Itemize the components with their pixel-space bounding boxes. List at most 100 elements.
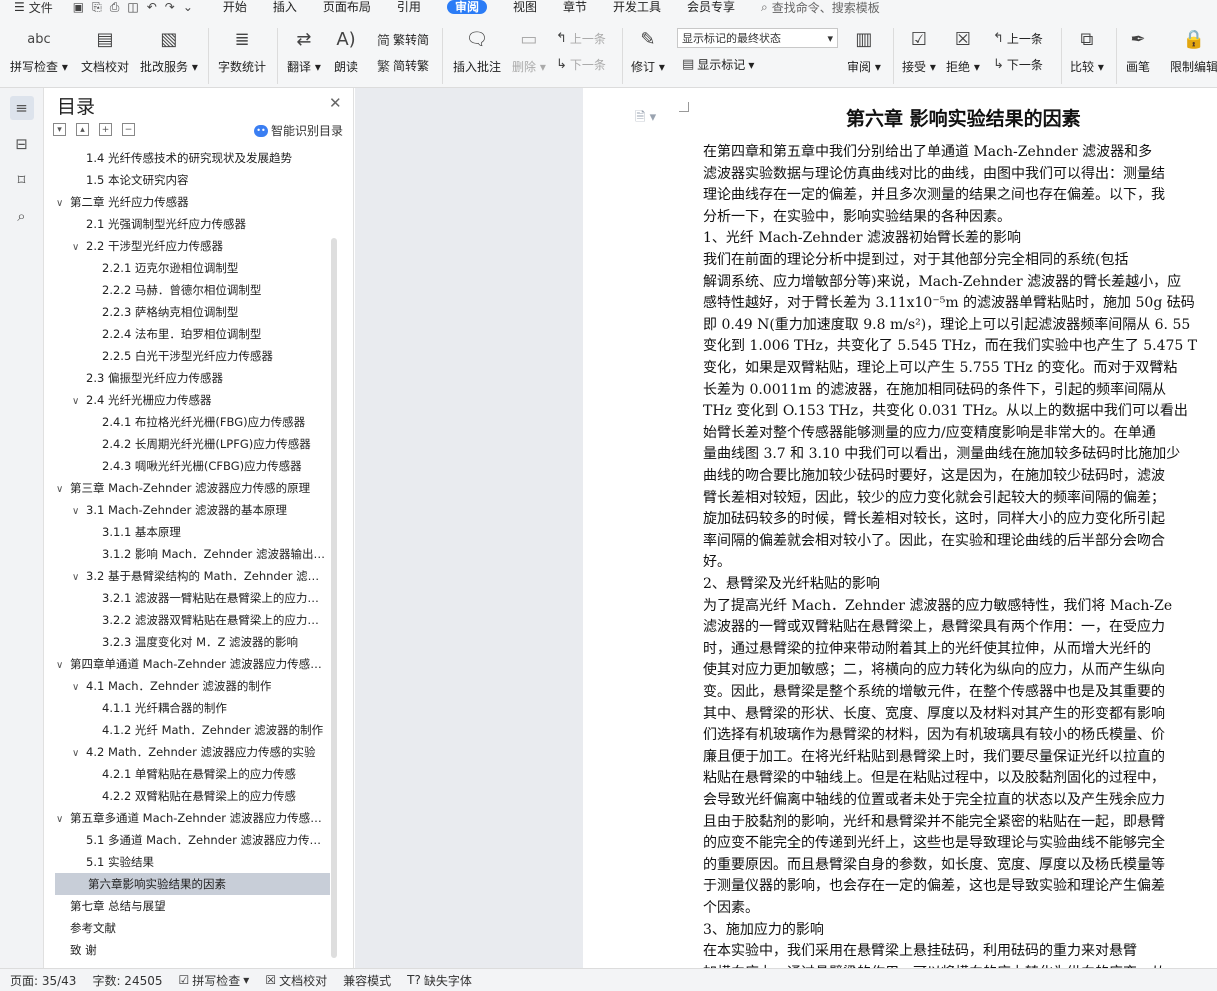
word-count-button[interactable]: ≣ 字数统计 bbox=[218, 26, 266, 75]
markup-select[interactable]: 显示标记的最终状态 ▾ bbox=[677, 28, 838, 48]
toc-item[interactable]: ∨ 2.2 干涉型光纤应力传感器 bbox=[72, 235, 326, 257]
tab-home[interactable]: 开始 bbox=[223, 0, 247, 14]
toc-item[interactable]: 5.1 实验结果 bbox=[72, 851, 326, 873]
word-count[interactable]: 字数: 24505 bbox=[92, 972, 162, 989]
spellcheck-button[interactable]: abc 拼写检查 ▾ bbox=[10, 26, 68, 75]
toc-item[interactable]: 致 谢 bbox=[56, 939, 326, 961]
toc-item[interactable]: ∨ 第五章多通道 Mach-Zehnder 滤波器应力传感实验 bbox=[56, 807, 326, 829]
prev-change-button[interactable]: ↰ 上一条 bbox=[993, 30, 1043, 47]
print-icon[interactable]: ⎙ bbox=[110, 0, 120, 14]
toc-item[interactable]: ∨ 3.2 基于悬臂梁结构的 Math．Zehnder 滤波器 bbox=[72, 565, 326, 587]
toc-item[interactable]: 第七章 总结与展望 bbox=[56, 895, 326, 917]
toc-item[interactable]: 3.2.3 温度变化对 M．Z 滤波器的影响 bbox=[88, 631, 326, 653]
toc-item[interactable]: 1.5 本论文研究内容 bbox=[72, 169, 326, 191]
document-page[interactable]: 🗎 ▾ 第六章 影响实验结果的因素 在第四章和第五章中我们分别给出了单通道 Ma… bbox=[583, 88, 1217, 968]
read-aloud-button[interactable]: A) 朗读 bbox=[333, 26, 359, 75]
toc-item[interactable]: 4.1.2 光纤 Math．Zehnder 滤波器的制作 bbox=[88, 719, 326, 741]
toc-item[interactable]: ∨ 4.1 Mach．Zehnder 滤波器的制作 bbox=[72, 675, 326, 697]
delete-comment-button[interactable]: ▭ 删除 ▾ bbox=[512, 26, 546, 75]
toc-expand-icon[interactable]: ∨ bbox=[56, 655, 70, 675]
toc-expand-icon[interactable]: ∨ bbox=[72, 391, 86, 411]
toc-scrollbar[interactable] bbox=[331, 238, 337, 958]
toc-item[interactable]: 1.4 光纤传感技术的研究现状及发展趋势 bbox=[72, 147, 326, 169]
preview-icon[interactable]: ◫ bbox=[127, 0, 138, 14]
prev-comment-button[interactable]: ↰ 上一条 bbox=[556, 30, 606, 47]
toc-item[interactable]: ∨ 4.2 Math．Zehnder 滤波器应力传感的实验 bbox=[72, 741, 326, 763]
tab-layout[interactable]: 页面布局 bbox=[323, 0, 371, 14]
toc-item[interactable]: 2.4.1 布拉格光纤光栅(FBG)应力传感器 bbox=[88, 411, 326, 433]
file-menu[interactable]: ☰ 文件 bbox=[14, 0, 53, 14]
undo-icon[interactable]: ↶ bbox=[147, 0, 157, 14]
trad-to-simp-button[interactable]: 简 繁转简 bbox=[377, 30, 429, 49]
tab-review[interactable]: 审阅 bbox=[446, 0, 487, 14]
toc-item[interactable]: ∨ 第二章 光纤应力传感器 bbox=[56, 191, 326, 213]
missing-font[interactable]: T? 缺失字体 bbox=[407, 972, 472, 989]
accept-button[interactable]: ☑ 接受 ▾ bbox=[902, 26, 936, 75]
toc-item[interactable]: 2.4.3 啁啾光纤光栅(CFBG)应力传感器 bbox=[88, 455, 326, 477]
toc-item[interactable]: 2.4.2 长周期光纤光栅(LPFG)应力传感器 bbox=[88, 433, 326, 455]
toc-item[interactable]: 4.1.1 光纤耦合器的制作 bbox=[88, 697, 326, 719]
annotate-service-button[interactable]: ▧ 批改服务 ▾ bbox=[140, 26, 198, 75]
toc-item[interactable]: 3.1.1 基本原理 bbox=[88, 521, 326, 543]
export-icon[interactable]: ⎘ bbox=[92, 0, 102, 14]
reject-button[interactable]: ☒ 拒绝 ▾ bbox=[946, 26, 980, 75]
redo-icon[interactable]: ↷ bbox=[165, 0, 175, 14]
doc-proof-button[interactable]: ▤ 文档校对 bbox=[81, 26, 129, 75]
remove-icon[interactable]: − bbox=[122, 123, 135, 136]
toc-expand-icon[interactable]: ∨ bbox=[72, 501, 86, 521]
command-search[interactable]: ⌕ 查找命令、搜索模板 bbox=[761, 0, 880, 14]
save-icon[interactable]: ▣ bbox=[73, 0, 84, 14]
page-indicator[interactable]: 页面: 35/43 bbox=[10, 972, 76, 989]
toc-item[interactable]: ∨ 3.1 Mach-Zehnder 滤波器的基本原理 bbox=[72, 499, 326, 521]
tab-developer[interactable]: 开发工具 bbox=[613, 0, 661, 14]
insert-comment-button[interactable]: 🗨 插入批注 bbox=[453, 26, 501, 75]
search-icon[interactable]: ⌕ bbox=[10, 204, 34, 228]
status-doc-proof[interactable]: ☒ 文档校对 bbox=[265, 972, 327, 989]
status-spellcheck[interactable]: ☑ 拼写检查 ▾ bbox=[179, 972, 250, 989]
toc-expand-icon[interactable]: ∨ bbox=[56, 479, 70, 499]
more-icon[interactable]: ⌄ bbox=[183, 0, 193, 14]
add-icon[interactable]: + bbox=[99, 123, 112, 136]
bookmark-icon[interactable]: ⌑ bbox=[10, 168, 34, 192]
simp-to-trad-button[interactable]: 繁 简转繁 bbox=[377, 56, 429, 75]
toc-expand-icon[interactable]: ∨ bbox=[72, 567, 86, 587]
toc-item[interactable]: 参考文献 bbox=[56, 917, 326, 939]
expand-icon[interactable]: ▴ bbox=[76, 123, 89, 136]
tab-member[interactable]: 会员专享 bbox=[687, 0, 735, 14]
toc-item[interactable]: 3.1.2 影响 Mach．Zehnder 滤波器输出的因素 bbox=[88, 543, 326, 565]
close-icon[interactable]: ✕ bbox=[329, 94, 342, 112]
tab-references[interactable]: 引用 bbox=[397, 0, 421, 14]
toc-item[interactable]: 2.3 偏振型光纤应力传感器 bbox=[72, 367, 326, 389]
toc-item[interactable]: 5.1 多通道 Mach．Zehnder 滤波器应力传感系统 bbox=[72, 829, 326, 851]
collapse-icon[interactable]: ▾ bbox=[53, 123, 66, 136]
tab-chapter[interactable]: 章节 bbox=[563, 0, 587, 14]
toc-expand-icon[interactable]: ∨ bbox=[56, 809, 70, 829]
toc-expand-icon[interactable]: ∨ bbox=[72, 677, 86, 697]
chapter-nav-icon[interactable]: ⊟ bbox=[10, 132, 34, 156]
pen-button[interactable]: ✒ 画笔 bbox=[1125, 26, 1151, 75]
restrict-edit-button[interactable]: 🔒 限制编辑 bbox=[1170, 26, 1217, 75]
smart-toc-button[interactable]: •• 智能识别目录 bbox=[254, 122, 343, 139]
toc-expand-icon[interactable]: ∨ bbox=[56, 193, 70, 213]
toc-item[interactable]: 2.2.4 法布里．珀罗相位调制型 bbox=[88, 323, 326, 345]
show-markup-button[interactable]: ▤ 显示标记 ▾ bbox=[682, 56, 754, 73]
toc-item[interactable]: ∨ 2.4 光纤光栅应力传感器 bbox=[72, 389, 326, 411]
tab-insert[interactable]: 插入 bbox=[273, 0, 297, 14]
toc-icon[interactable]: ≡ bbox=[9, 96, 34, 120]
toc-item[interactable]: 第六章影响实验结果的因素 bbox=[55, 873, 330, 895]
toc-item[interactable]: 2.2.3 萨格纳克相位调制型 bbox=[88, 301, 326, 323]
translate-button[interactable]: ⇄ 翻译 ▾ bbox=[287, 26, 321, 75]
toc-item[interactable]: 4.2.1 单臂粘贴在悬臂梁上的应力传感 bbox=[88, 763, 326, 785]
page-menu-icon[interactable]: 🗎 ▾ bbox=[635, 108, 656, 130]
toc-item[interactable]: 2.2.1 迈克尔逊相位调制型 bbox=[88, 257, 326, 279]
tab-view[interactable]: 视图 bbox=[513, 0, 537, 14]
review-pane-button[interactable]: ▥ 审阅 ▾ bbox=[847, 26, 881, 75]
toc-item[interactable]: 2.2.2 马赫．曾德尔相位调制型 bbox=[88, 279, 326, 301]
toc-item[interactable]: 4.2.2 双臂粘贴在悬臂梁上的应力传感 bbox=[88, 785, 326, 807]
toc-item[interactable]: ∨ 第四章单通道 Mach-Zehnder 滤波器应力传感实验 bbox=[56, 653, 326, 675]
toc-expand-icon[interactable]: ∨ bbox=[72, 743, 86, 763]
toc-expand-icon[interactable]: ∨ bbox=[72, 237, 86, 257]
toc-item[interactable]: ∨ 第三章 Mach-Zehnder 滤波器应力传感的原理 bbox=[56, 477, 326, 499]
toc-item[interactable]: 3.2.2 滤波器双臂粘贴在悬臂梁上的应力传感 bbox=[88, 609, 326, 631]
next-change-button[interactable]: ↳ 下一条 bbox=[993, 56, 1043, 73]
